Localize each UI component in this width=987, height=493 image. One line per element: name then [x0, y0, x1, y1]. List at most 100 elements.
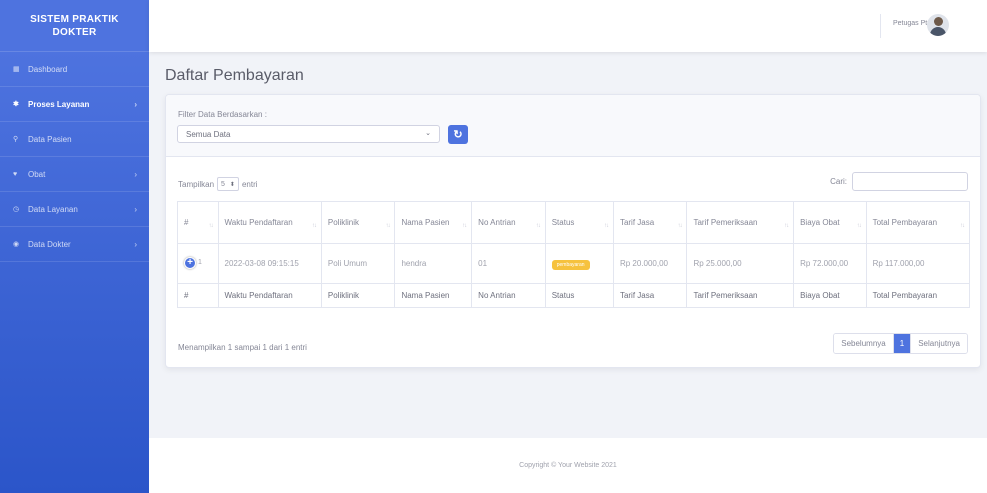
footer-cell: Tarif Pemeriksaan [686, 283, 795, 308]
footer-cell: Total Pembayaran [865, 283, 971, 308]
entries-length-select[interactable]: 5 ⬍ [217, 177, 239, 191]
cell-poliklinik: Poli Umum [320, 243, 396, 284]
column-header[interactable]: Nama Pasien ↑↓ [394, 201, 473, 244]
copyright-text: Copyright © Your Website 2021 [519, 462, 617, 469]
user-icon: ⚲ [13, 136, 19, 143]
column-header[interactable]: Biaya Obat ↑↓ [793, 201, 867, 244]
sort-icon: ↑↓ [311, 223, 317, 229]
sidebar-item-label: Obat [28, 169, 46, 179]
entries-prefix: Tampilkan [178, 179, 215, 189]
cell-antrian: 01 [471, 243, 546, 284]
footer-cell: # [177, 283, 219, 308]
cell-number: +1 [177, 243, 219, 284]
entries-length-control: Tampilkan 5 ⬍ entri [178, 177, 258, 191]
sort-icon: ↑↓ [535, 223, 541, 229]
footer-cell: Poliklinik [320, 283, 396, 308]
avatar[interactable] [927, 14, 949, 36]
payments-card: Filter Data Berdasarkan : Semua Data ⌄ ↻… [165, 94, 981, 368]
table-header-row: # ↑↓ Waktu Pendaftaran ↑↓ Poliklinik ↑↓ Nam… [177, 201, 971, 244]
column-header[interactable]: No Antrian ↑↓ [471, 201, 546, 244]
column-header[interactable]: # ↑↓ [177, 201, 219, 244]
sort-icon: ↑↓ [784, 223, 789, 229]
sort-icon: ↑↓ [462, 223, 467, 229]
brand-line-2: DOKTER [52, 26, 97, 38]
chevron-down-icon: ⌄ [425, 130, 431, 137]
status-badge: pembayaran [551, 259, 590, 270]
sidebar-item-data-layanan[interactable]: ◷ Data Layanan › [0, 192, 149, 227]
footer-cell: Status [544, 283, 614, 308]
table-row: +1 2022-03-08 09:15:15 Poli Umum hendra … [177, 243, 971, 284]
chevron-right-icon: › [134, 169, 137, 179]
topbar: Petugas Ptu [149, 0, 987, 52]
table-info: Menampilkan 1 sampai 1 dari 1 entri [178, 343, 307, 352]
column-header[interactable]: Status ↑↓ [544, 201, 614, 244]
refresh-icon: ↻ [453, 129, 463, 141]
table-footer-row: # Waktu Pendaftaran Poliklinik Nama Pasi… [177, 283, 971, 308]
filter-label: Filter Data Berdasarkan : [178, 110, 267, 119]
brand-logo[interactable]: SISTEM PRAKTIK DOKTER [0, 0, 149, 52]
page-footer: Copyright © Your Website 2021 [149, 438, 987, 493]
column-header[interactable]: Tarif Jasa ↑↓ [612, 201, 688, 244]
chevron-right-icon: › [134, 204, 137, 214]
sidebar-item-data-pasien[interactable]: ⚲ Data Pasien [0, 122, 149, 157]
footer-cell: Biaya Obat [793, 283, 867, 308]
sidebar-item-label: Data Pasien [28, 134, 72, 144]
sidebar-item-label: Dashboard [28, 64, 68, 74]
chevron-right-icon: › [134, 99, 137, 109]
sidebar-item-label: Data Dokter [28, 239, 71, 249]
cell-biaya-obat: Rp 72.000,00 [793, 243, 867, 284]
sidebar-item-dashboard[interactable]: ▦ Dashboard [0, 52, 149, 87]
heart-icon: ♥ [13, 170, 18, 178]
page-title: Daftar Pembayaran [165, 67, 304, 84]
updown-icon: ⬍ [229, 181, 235, 188]
pagination: Sebelumnya 1 Selanjutnya [833, 333, 968, 354]
cell-tarif-pemeriksaan: Rp 25.000,00 [686, 243, 795, 284]
footer-cell: No Antrian [471, 283, 546, 308]
filter-select[interactable]: Semua Data ⌄ [177, 125, 440, 143]
column-header[interactable]: Tarif Pemeriksaan ↑↓ [686, 201, 795, 244]
sidebar-item-obat[interactable]: ♥ Obat › [0, 157, 149, 192]
cell-waktu: 2022-03-08 09:15:15 [217, 243, 322, 284]
filter-select-value: Semua Data [186, 130, 231, 139]
sidebar-item-data-dokter[interactable]: ◉ Data Dokter › [0, 227, 149, 262]
sidebar-item-label: Proses Layanan [28, 99, 90, 109]
card-header: Filter Data Berdasarkan : Semua Data ⌄ ↻ [166, 95, 980, 157]
avatar-head [934, 17, 943, 26]
column-header[interactable]: Poliklinik ↑↓ [320, 201, 396, 244]
sort-icon: ↑↓ [385, 223, 390, 229]
sort-icon: ↑↓ [603, 223, 609, 229]
chevron-right-icon: › [134, 239, 137, 249]
entries-length-value: 5 [221, 180, 225, 188]
user-name[interactable]: Petugas Ptu [893, 20, 931, 27]
clock-icon: ◷ [13, 206, 20, 213]
circle-icon: ◉ [13, 241, 20, 248]
cell-tarif-jasa: Rp 20.000,00 [612, 243, 688, 284]
cell-status: pembayaran [544, 243, 614, 284]
pagination-current[interactable]: 1 [892, 334, 911, 353]
tachometer-icon: ▦ [13, 66, 20, 73]
footer-cell: Waktu Pendaftaran [217, 283, 322, 308]
sort-icon: ↑↓ [960, 223, 965, 229]
footer-cell: Tarif Jasa [612, 283, 688, 308]
expand-row-icon[interactable]: + [184, 257, 196, 270]
avatar-body [930, 27, 946, 36]
sidebar-item-proses-layanan[interactable]: ✱ Proses Layanan › [0, 87, 149, 122]
footer-cell: Nama Pasien [394, 283, 473, 308]
sort-icon: ↑↓ [208, 223, 214, 229]
sort-icon: ↑↓ [677, 223, 682, 229]
cell-nama: hendra [394, 243, 473, 284]
pagination-prev[interactable]: Sebelumnya [834, 334, 893, 353]
topbar-divider [880, 14, 881, 38]
entries-suffix: entri [241, 179, 258, 189]
refresh-button[interactable]: ↻ [448, 125, 468, 144]
pagination-next[interactable]: Selanjutnya [910, 334, 967, 353]
brand-line-1: SISTEM PRAKTIK [30, 13, 119, 25]
search-control: Cari: [830, 172, 968, 191]
search-input[interactable] [852, 172, 968, 191]
sidebar: SISTEM PRAKTIK DOKTER ▦ Dashboard ✱ Pros… [0, 0, 149, 493]
column-header[interactable]: Waktu Pendaftaran ↑↓ [217, 201, 322, 244]
column-header[interactable]: Total Pembayaran ↑↓ [865, 201, 971, 244]
cell-total: Rp 117.000,00 [865, 243, 971, 284]
gear-icon: ✱ [13, 101, 19, 108]
payments-table: # ↑↓ Waktu Pendaftaran ↑↓ Poliklinik ↑↓ Nam… [177, 201, 971, 308]
